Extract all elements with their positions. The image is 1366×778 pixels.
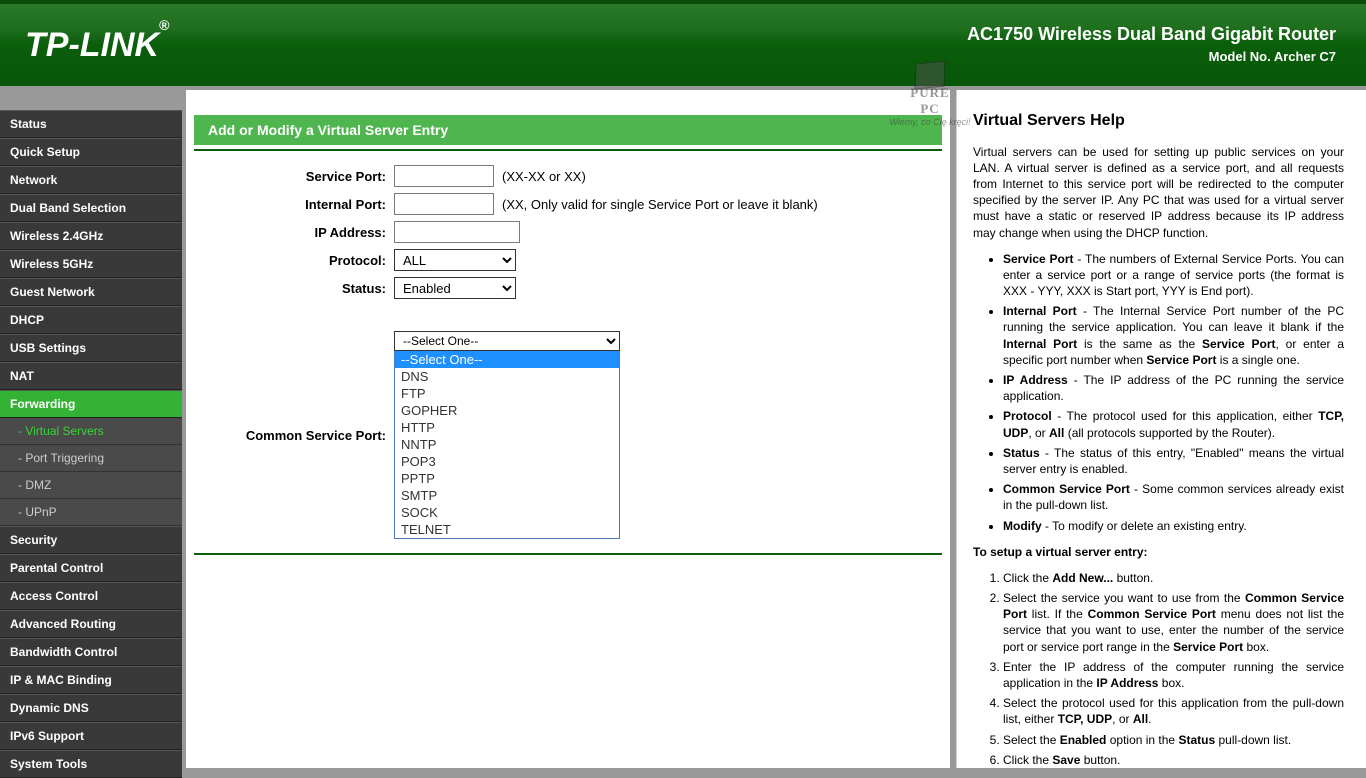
common-service-port-dropdown[interactable]: --Select One--DNSFTPGOPHERHTTPNNTPPOP3PP… bbox=[394, 351, 620, 539]
dropdown-option[interactable]: POP3 bbox=[395, 453, 619, 470]
divider bbox=[194, 553, 942, 555]
label-protocol: Protocol: bbox=[194, 253, 394, 268]
model-number: Model No. Archer C7 bbox=[967, 49, 1336, 64]
sidebar-item-system-tools[interactable]: System Tools bbox=[0, 750, 182, 778]
sidebar-item-ip-mac-binding[interactable]: IP & MAC Binding bbox=[0, 666, 182, 694]
sidebar-item-dynamic-dns[interactable]: Dynamic DNS bbox=[0, 694, 182, 722]
sidebar-subitem[interactable]: - DMZ bbox=[0, 472, 182, 499]
help-step: Click the Add New... button. bbox=[1003, 570, 1344, 586]
help-bullet: Service Port - The numbers of External S… bbox=[1003, 251, 1344, 300]
sidebar-item-network[interactable]: Network bbox=[0, 166, 182, 194]
common-service-port-select[interactable]: --Select One--DNSFTPGOPHERHTTPNNTPPOP3PP… bbox=[394, 331, 620, 351]
help-bullet: Common Service Port - Some common servic… bbox=[1003, 481, 1344, 513]
dropdown-option[interactable]: NNTP bbox=[395, 436, 619, 453]
help-step: Select the protocol used for this applic… bbox=[1003, 695, 1344, 727]
help-title: Virtual Servers Help bbox=[973, 110, 1344, 132]
sidebar-subitem[interactable]: - Port Triggering bbox=[0, 445, 182, 472]
hint-internal-port: (XX, Only valid for single Service Port … bbox=[502, 197, 818, 212]
dropdown-option[interactable]: GOPHER bbox=[395, 402, 619, 419]
protocol-select[interactable]: ALLTCPUDP bbox=[394, 249, 516, 271]
brand-logo: TP-LINK® bbox=[25, 26, 169, 65]
brand-text: TP-LINK bbox=[25, 26, 159, 64]
dropdown-option[interactable]: SOCK bbox=[395, 504, 619, 521]
help-steps-list: Click the Add New... button. Select the s… bbox=[1003, 570, 1344, 768]
label-common-service-port: Common Service Port: bbox=[194, 428, 394, 443]
sidebar-item-forwarding[interactable]: Forwarding bbox=[0, 390, 182, 418]
help-bullet: Protocol - The protocol used for this ap… bbox=[1003, 408, 1344, 440]
sidebar-subitem[interactable]: - UPnP bbox=[0, 499, 182, 526]
sidebar-item-dhcp[interactable]: DHCP bbox=[0, 306, 182, 334]
dropdown-option[interactable]: DNS bbox=[395, 368, 619, 385]
help-step: Click the Save button. bbox=[1003, 752, 1344, 768]
product-name: AC1750 Wireless Dual Band Gigabit Router bbox=[967, 24, 1336, 45]
hint-service-port: (XX-XX or XX) bbox=[502, 169, 586, 184]
divider bbox=[194, 149, 942, 151]
label-ip-address: IP Address: bbox=[194, 225, 394, 240]
help-intro: Virtual servers can be used for setting … bbox=[973, 144, 1344, 241]
help-bullet: Status - The status of this entry, "Enab… bbox=[1003, 445, 1344, 477]
help-step: Select the Enabled option in the Status … bbox=[1003, 732, 1344, 748]
dropdown-option[interactable]: SMTP bbox=[395, 487, 619, 504]
label-service-port: Service Port: bbox=[194, 169, 394, 184]
sidebar-item-wireless-2-4ghz[interactable]: Wireless 2.4GHz bbox=[0, 222, 182, 250]
service-port-input[interactable] bbox=[394, 165, 494, 187]
help-step: Select the service you want to use from … bbox=[1003, 590, 1344, 655]
sidebar-item-bandwidth-control[interactable]: Bandwidth Control bbox=[0, 638, 182, 666]
sidebar-item-access-control[interactable]: Access Control bbox=[0, 582, 182, 610]
header-info: AC1750 Wireless Dual Band Gigabit Router… bbox=[967, 24, 1336, 64]
sidebar: StatusQuick SetupNetworkDual Band Select… bbox=[0, 90, 182, 768]
status-select[interactable]: EnabledDisabled bbox=[394, 277, 516, 299]
help-step: Enter the IP address of the computer run… bbox=[1003, 659, 1344, 691]
sidebar-item-usb-settings[interactable]: USB Settings bbox=[0, 334, 182, 362]
dropdown-option[interactable]: --Select One-- bbox=[395, 351, 619, 368]
app-header: TP-LINK® AC1750 Wireless Dual Band Gigab… bbox=[0, 0, 1366, 90]
help-bullet: Modify - To modify or delete an existing… bbox=[1003, 518, 1344, 534]
dropdown-option[interactable]: PPTP bbox=[395, 470, 619, 487]
ip-address-input[interactable] bbox=[394, 221, 520, 243]
help-bullet-list: Service Port - The numbers of External S… bbox=[1003, 251, 1344, 534]
sidebar-item-guest-network[interactable]: Guest Network bbox=[0, 278, 182, 306]
sidebar-subitem[interactable]: - Virtual Servers bbox=[0, 418, 182, 445]
internal-port-input[interactable] bbox=[394, 193, 494, 215]
help-steps-title: To setup a virtual server entry: bbox=[973, 544, 1344, 560]
sidebar-item-nat[interactable]: NAT bbox=[0, 362, 182, 390]
sidebar-item-wireless-5ghz[interactable]: Wireless 5GHz bbox=[0, 250, 182, 278]
dropdown-option[interactable]: TELNET bbox=[395, 521, 619, 538]
sidebar-item-dual-band-selection[interactable]: Dual Band Selection bbox=[0, 194, 182, 222]
sidebar-item-status[interactable]: Status bbox=[0, 110, 182, 138]
sidebar-item-security[interactable]: Security bbox=[0, 526, 182, 554]
label-internal-port: Internal Port: bbox=[194, 197, 394, 212]
page-title: Add or Modify a Virtual Server Entry bbox=[194, 115, 942, 145]
label-status: Status: bbox=[194, 281, 394, 296]
sidebar-item-advanced-routing[interactable]: Advanced Routing bbox=[0, 610, 182, 638]
sidebar-item-quick-setup[interactable]: Quick Setup bbox=[0, 138, 182, 166]
help-bullet: Internal Port - The Internal Service Por… bbox=[1003, 303, 1344, 368]
dropdown-option[interactable]: FTP bbox=[395, 385, 619, 402]
dropdown-option[interactable]: HTTP bbox=[395, 419, 619, 436]
help-panel: Virtual Servers Help Virtual servers can… bbox=[956, 90, 1366, 768]
help-bullet: IP Address - The IP address of the PC ru… bbox=[1003, 372, 1344, 404]
sidebar-item-ipv6-support[interactable]: IPv6 Support bbox=[0, 722, 182, 750]
main-content: Add or Modify a Virtual Server Entry Ser… bbox=[186, 90, 956, 768]
sidebar-item-parental-control[interactable]: Parental Control bbox=[0, 554, 182, 582]
